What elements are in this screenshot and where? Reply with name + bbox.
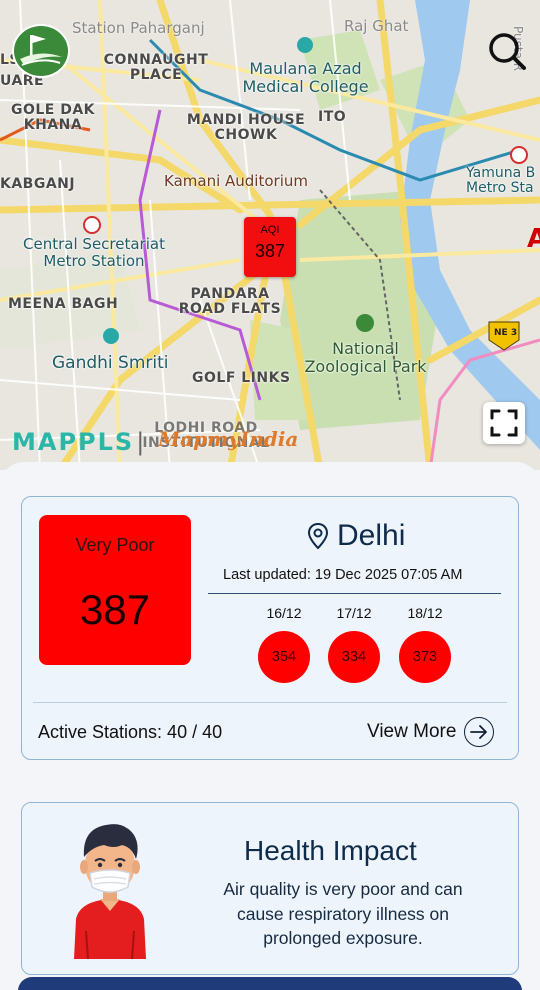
aqi-marker-partial[interactable]: A (527, 225, 540, 254)
map-label-meena-bagh: MEENA BAGH (8, 296, 119, 312)
map-label-central-secretariat: Central Secretariat Metro Station (23, 235, 165, 270)
map-label-kamani-auditorium: Kamani Auditorium (164, 172, 308, 190)
history-date: 18/12 (407, 605, 443, 621)
arrow-right-icon (464, 717, 495, 747)
city-name: Delhi (337, 519, 406, 552)
history-date: 16/12 (266, 605, 302, 621)
map-label-connaught-place: CONNAUGHT PLACE (103, 52, 209, 84)
highway-shield-ne3: NE 3 (494, 328, 518, 338)
map-label-pandara-road: PANDARA ROAD FLATS (178, 286, 282, 318)
history-day-1: 16/12 354 (256, 605, 312, 683)
map-label-gandhi-smriti: Gandhi Smriti (52, 353, 169, 373)
bottom-navigation-bar[interactable] (18, 977, 522, 990)
city-selector[interactable]: Delhi (307, 519, 405, 553)
active-stations: Active Stations: 40 / 40 (38, 722, 223, 742)
mapmyindia-logo: MapmyIndia (158, 427, 299, 451)
aqi-current-box: Very Poor 387 (39, 515, 191, 665)
mappls-logo: MAPPLS| (12, 428, 148, 456)
map-label-ito: ITO (318, 109, 347, 125)
map-label-gole-dak-khana: GOLE DAK KHANA (10, 102, 96, 134)
history-aqi-circle: 354 (258, 631, 310, 683)
map-label-golf-links: GOLF LINKS (192, 370, 291, 386)
map-label-national-zoo: National Zoological Park (304, 339, 427, 376)
history-day-3: 18/12 373 (397, 605, 453, 683)
health-impact-text: Air quality is very poor and can cause r… (223, 879, 463, 948)
location-pin-icon (307, 522, 329, 550)
view-more-button[interactable]: View More (367, 717, 495, 747)
aqi-summary-card: Very Poor 387 Delhi Last updated: 19 Dec… (21, 496, 519, 760)
aqi-category: Very Poor (75, 535, 155, 555)
map-label-station-paharganj: Station Paharganj (72, 19, 205, 37)
map-aqi-marker-value: 387 (254, 241, 286, 261)
header-divider (208, 593, 501, 594)
health-impact-title: Health Impact (244, 835, 417, 866)
map-label-maulana-azad: Maulana Azad Medical College (242, 59, 369, 96)
view-more-label: View More (367, 721, 457, 742)
last-updated: Last updated: 19 Dec 2025 07:05 AM (223, 567, 463, 583)
map-aqi-marker-title: AQI (260, 224, 280, 236)
health-impact-card: Health Impact Air quality is very poor a… (21, 802, 519, 975)
map-label-mandi-house: MANDI HOUSE CHOWK (186, 112, 306, 144)
history-aqi-circle: 334 (328, 631, 380, 683)
logo-icon (20, 35, 62, 66)
fullscreen-icon (490, 409, 518, 437)
history-day-2: 17/12 334 (326, 605, 382, 683)
map-view[interactable]: Station Paharganj Raj Ghat LS UARE CONNA… (0, 0, 540, 470)
map-label-yamuna-bank: Yamuna B Metro Sta (466, 165, 536, 197)
aqi-value: 387 (79, 586, 151, 633)
search-icon (489, 33, 526, 70)
footer-divider (33, 702, 507, 703)
branding-separator: | (136, 428, 147, 456)
search-button[interactable] (484, 30, 528, 74)
map-label-raj-ghat: Raj Ghat (344, 17, 409, 35)
map-aqi-marker[interactable]: AQI 387 (244, 217, 296, 277)
mappls-text: MAPPLS (12, 428, 135, 456)
history-date: 17/12 (336, 605, 372, 621)
history-aqi-circle: 373 (399, 631, 451, 683)
app-logo[interactable] (12, 24, 70, 78)
bottom-sheet: Very Poor 387 Delhi Last updated: 19 Dec… (0, 462, 540, 990)
map-label-kabganj: KABGANJ (0, 176, 76, 192)
fullscreen-button[interactable] (483, 402, 525, 444)
person-mask-illustration (66, 819, 154, 964)
